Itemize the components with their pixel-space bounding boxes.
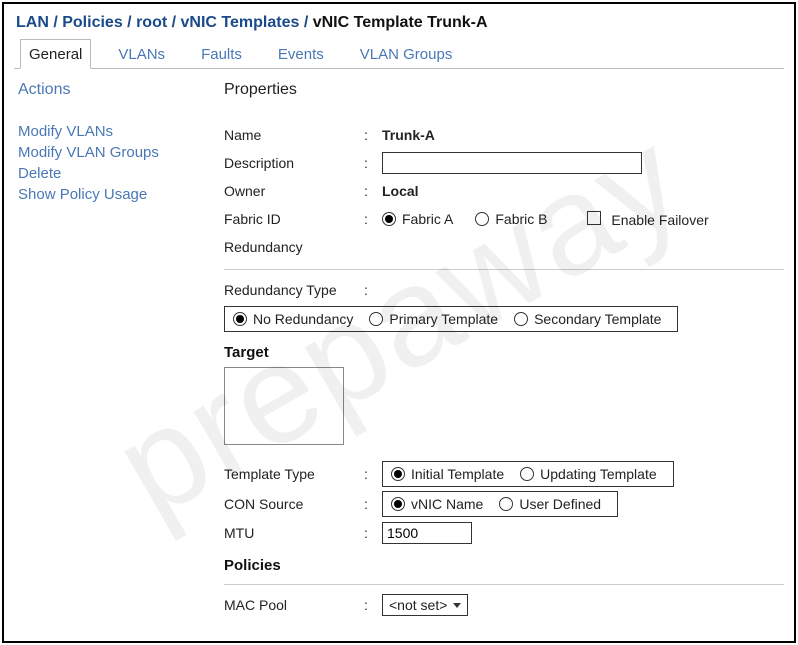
vnic-name-label: vNIC Name xyxy=(411,496,483,512)
secondary-template-radio[interactable] xyxy=(514,312,528,326)
mtu-label: MTU xyxy=(224,525,364,541)
initial-template-radio[interactable] xyxy=(391,467,405,481)
no-redundancy-radio[interactable] xyxy=(233,312,247,326)
crumb-root[interactable]: root xyxy=(136,14,167,31)
updating-template-radio[interactable] xyxy=(520,467,534,481)
actions-header: Actions xyxy=(18,81,224,99)
con-source-label: CON Source xyxy=(224,496,364,512)
user-defined-label: User Defined xyxy=(519,496,601,512)
description-label: Description xyxy=(224,155,364,171)
crumb-lan[interactable]: LAN xyxy=(16,14,49,31)
action-modify-vlans[interactable]: Modify VLANs xyxy=(18,123,224,140)
initial-template-label: Initial Template xyxy=(411,466,504,482)
owner-value: Local xyxy=(382,183,419,199)
redundancy-type-group: No Redundancy Primary Template Secondary… xyxy=(224,306,678,332)
enable-failover-checkbox[interactable] xyxy=(587,211,601,225)
target-listbox[interactable] xyxy=(224,367,344,445)
policies-header: Policies xyxy=(224,557,784,574)
fabric-id-label: Fabric ID xyxy=(224,211,364,227)
user-defined-radio[interactable] xyxy=(499,497,513,511)
action-modify-vlan-groups[interactable]: Modify VLAN Groups xyxy=(18,144,224,161)
divider xyxy=(224,584,784,585)
breadcrumb: LAN / Policies / root / vNIC Templates /… xyxy=(14,4,784,38)
vnic-name-radio[interactable] xyxy=(391,497,405,511)
mac-pool-label: MAC Pool xyxy=(224,597,364,613)
tab-faults[interactable]: Faults xyxy=(192,39,251,69)
no-redundancy-label: No Redundancy xyxy=(253,311,353,327)
divider xyxy=(224,269,784,270)
fabric-a-label: Fabric A xyxy=(402,211,453,227)
tab-general[interactable]: General xyxy=(20,39,91,69)
properties-header: Properties xyxy=(224,81,784,99)
template-type-label: Template Type xyxy=(224,466,364,482)
crumb-current: vNIC Template Trunk-A xyxy=(313,14,488,31)
primary-template-label: Primary Template xyxy=(389,311,498,327)
crumb-sep: / xyxy=(172,14,181,31)
crumb-vnic-templates[interactable]: vNIC Templates xyxy=(181,14,300,31)
redundancy-type-label: Redundancy Type xyxy=(224,282,364,298)
mac-pool-dropdown[interactable]: <not set> xyxy=(382,594,468,616)
properties-panel: Properties Name : Trunk-A Description : … xyxy=(224,81,784,621)
description-input[interactable] xyxy=(382,152,642,174)
con-source-group: vNIC Name User Defined xyxy=(382,491,618,517)
secondary-template-label: Secondary Template xyxy=(534,311,661,327)
enable-failover-label: Enable Failover xyxy=(611,212,708,228)
action-show-policy-usage[interactable]: Show Policy Usage xyxy=(18,186,224,203)
action-delete[interactable]: Delete xyxy=(18,165,224,182)
mac-pool-value: <not set> xyxy=(389,597,447,613)
fabric-b-label: Fabric B xyxy=(495,211,547,227)
primary-template-radio[interactable] xyxy=(369,312,383,326)
crumb-sep: / xyxy=(304,14,313,31)
tab-vlan-groups[interactable]: VLAN Groups xyxy=(351,39,462,69)
mtu-input[interactable] xyxy=(382,522,472,544)
actions-panel: Actions Modify VLANs Modify VLAN Groups … xyxy=(14,81,224,621)
name-label: Name xyxy=(224,127,364,143)
template-type-group: Initial Template Updating Template xyxy=(382,461,674,487)
fabric-a-radio[interactable] xyxy=(382,212,396,226)
updating-template-label: Updating Template xyxy=(540,466,656,482)
tab-vlans[interactable]: VLANs xyxy=(109,39,174,69)
tab-bar: General VLANs Faults Events VLAN Groups xyxy=(14,38,784,69)
tab-events[interactable]: Events xyxy=(269,39,333,69)
name-value: Trunk-A xyxy=(382,127,435,143)
fabric-b-radio[interactable] xyxy=(475,212,489,226)
chevron-down-icon xyxy=(453,603,461,608)
crumb-policies[interactable]: Policies xyxy=(62,14,122,31)
owner-label: Owner xyxy=(224,183,364,199)
target-header: Target xyxy=(224,344,784,361)
redundancy-header: Redundancy xyxy=(224,239,364,255)
crumb-sep: / xyxy=(127,14,136,31)
crumb-sep: / xyxy=(53,14,62,31)
